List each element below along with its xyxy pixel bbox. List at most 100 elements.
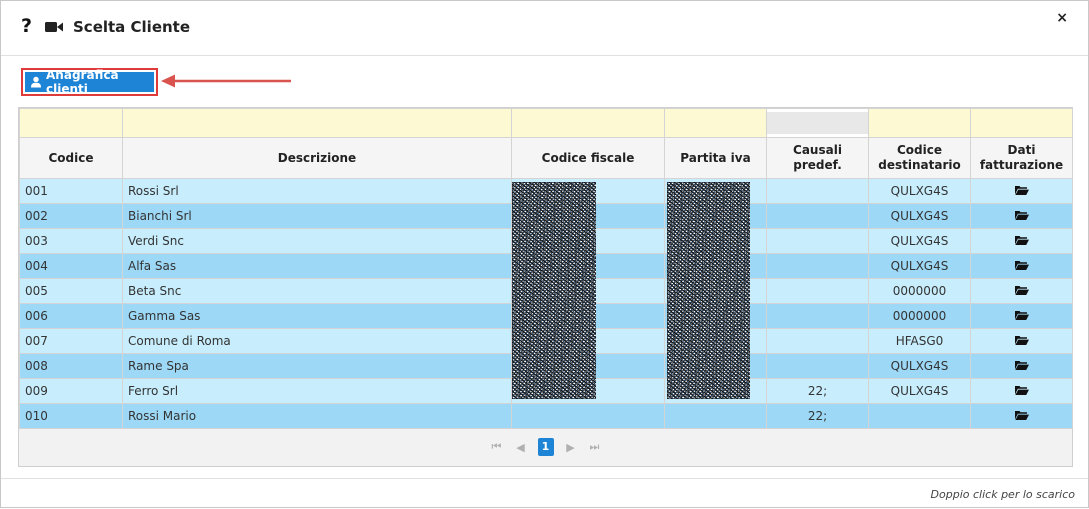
folder-open-icon[interactable] — [1014, 260, 1029, 270]
cell-fatturazione[interactable] — [970, 403, 1073, 429]
folder-open-icon[interactable] — [1014, 360, 1029, 370]
cell-codice: 008 — [19, 353, 123, 379]
col-header-descrizione[interactable]: Descrizione — [122, 137, 512, 179]
help-icon[interactable]: ? — [21, 15, 32, 37]
cell-destinatario: QULXG4S — [868, 178, 971, 204]
cell-partita-iva — [664, 403, 767, 429]
codice-fiscale-redacted — [512, 182, 596, 399]
folder-open-icon[interactable] — [1014, 335, 1029, 345]
cell-codice: 010 — [19, 403, 123, 429]
pager-next-button[interactable]: ▶ — [564, 441, 578, 454]
col-header-causali[interactable]: Causali predef. — [766, 137, 869, 179]
cell-fatturazione[interactable] — [970, 253, 1073, 279]
col-header-partita-iva[interactable]: Partita iva — [664, 137, 767, 179]
pager-page-1[interactable]: 1 — [537, 438, 554, 456]
col-header-destinatario[interactable]: Codice destinatario — [868, 137, 971, 179]
cell-fatturazione[interactable] — [970, 178, 1073, 204]
col-header-fatturazione[interactable]: Dati fatturazione — [970, 137, 1073, 179]
pager-last-button[interactable]: ⏭ — [588, 440, 602, 454]
folder-open-icon[interactable] — [1014, 285, 1029, 295]
cell-codice: 004 — [19, 253, 123, 279]
cell-causali — [766, 353, 869, 379]
cell-codice: 003 — [19, 228, 123, 254]
folder-open-icon[interactable] — [1014, 185, 1029, 195]
cell-destinatario: 0000000 — [868, 303, 971, 329]
cell-descrizione: Comune di Roma — [122, 328, 512, 354]
anagrafica-clienti-label: Anagrafica clienti — [46, 68, 119, 96]
col-header-destinatario-line1: Codice — [896, 143, 942, 157]
col-header-causali-line2: predef. — [793, 158, 842, 172]
col-header-codice[interactable]: Codice — [19, 137, 123, 179]
cell-descrizione: Alfa Sas — [122, 253, 512, 279]
folder-open-icon[interactable] — [1014, 410, 1029, 420]
col-header-causali-line1: Causali — [793, 143, 842, 157]
filter-codice-fiscale[interactable] — [511, 108, 665, 138]
cell-destinatario: QULXG4S — [868, 203, 971, 229]
cell-causali: 22; — [766, 403, 869, 429]
cell-codice-fiscale — [511, 403, 665, 429]
cell-fatturazione[interactable] — [970, 228, 1073, 254]
folder-open-icon[interactable] — [1014, 235, 1029, 245]
pager: ⏮ ◀ 1 ▶ ⏭ — [19, 428, 1072, 466]
cell-fatturazione[interactable] — [970, 328, 1073, 354]
cell-codice: 001 — [19, 178, 123, 204]
cell-descrizione: Bianchi Srl — [122, 203, 512, 229]
cell-causali — [766, 203, 869, 229]
cell-fatturazione[interactable] — [970, 203, 1073, 229]
filter-descrizione[interactable] — [122, 108, 512, 138]
filter-partita-iva[interactable] — [664, 108, 767, 138]
cell-causali — [766, 278, 869, 304]
col-header-codice-fiscale[interactable]: Codice fiscale — [511, 137, 665, 179]
anagrafica-clienti-button[interactable]: Anagrafica clienti — [25, 68, 154, 96]
cell-destinatario: 0000000 — [868, 278, 971, 304]
filter-row — [19, 108, 1073, 138]
pager-prev-button[interactable]: ◀ — [514, 441, 528, 454]
cell-descrizione: Rossi Srl — [122, 178, 512, 204]
cell-codice: 002 — [19, 203, 123, 229]
cell-causali — [766, 328, 869, 354]
cell-descrizione: Verdi Snc — [122, 228, 512, 254]
cell-destinatario: QULXG4S — [868, 253, 971, 279]
dialog-footer: Doppio click per lo scarico — [1, 478, 1088, 509]
filter-fatturazione[interactable] — [970, 108, 1073, 138]
cell-destinatario: QULXG4S — [868, 378, 971, 404]
footer-hint: Doppio click per lo scarico — [930, 488, 1075, 501]
dialog-titlebar: ? Scelta Cliente × — [1, 1, 1088, 56]
folder-open-icon[interactable] — [1014, 385, 1029, 395]
header-row: Codice Descrizione Codice fiscale Partit… — [19, 137, 1073, 179]
dialog-title: Scelta Cliente — [73, 18, 191, 36]
cell-codice: 009 — [19, 378, 123, 404]
folder-open-icon[interactable] — [1014, 310, 1029, 320]
cell-fatturazione[interactable] — [970, 278, 1073, 304]
pager-first-button[interactable]: ⏮ — [490, 440, 504, 454]
cell-fatturazione[interactable] — [970, 378, 1073, 404]
filter-causali[interactable] — [766, 108, 869, 138]
cell-fatturazione[interactable] — [970, 353, 1073, 379]
cell-causali — [766, 228, 869, 254]
cell-destinatario — [868, 403, 971, 429]
cell-codice: 007 — [19, 328, 123, 354]
cell-descrizione: Ferro Srl — [122, 378, 512, 404]
cell-causali: 22; — [766, 378, 869, 404]
filter-destinatario[interactable] — [868, 108, 971, 138]
cell-descrizione: Gamma Sas — [122, 303, 512, 329]
close-icon[interactable]: × — [1056, 10, 1068, 26]
table-row[interactable]: 010 Rossi Mario 22; — [19, 403, 1073, 429]
cell-descrizione: Rame Spa — [122, 353, 512, 379]
cell-descrizione: Beta Snc — [122, 278, 512, 304]
user-icon — [31, 76, 42, 88]
cell-fatturazione[interactable] — [970, 303, 1073, 329]
col-header-fatturazione-line1: Dati — [1007, 143, 1036, 157]
cell-destinatario: HFASG0 — [868, 328, 971, 354]
col-header-destinatario-line2: destinatario — [878, 158, 961, 172]
col-header-fatturazione-line2: fatturazione — [979, 158, 1064, 172]
video-camera-icon[interactable] — [45, 21, 63, 33]
cell-descrizione: Rossi Mario — [122, 403, 512, 429]
filter-codice[interactable] — [19, 108, 123, 138]
cell-codice: 005 — [19, 278, 123, 304]
folder-open-icon[interactable] — [1014, 210, 1029, 220]
cell-causali — [766, 253, 869, 279]
cell-causali — [766, 303, 869, 329]
partita-iva-redacted — [667, 182, 750, 399]
clients-button-highlight: Anagrafica clienti — [21, 68, 158, 96]
